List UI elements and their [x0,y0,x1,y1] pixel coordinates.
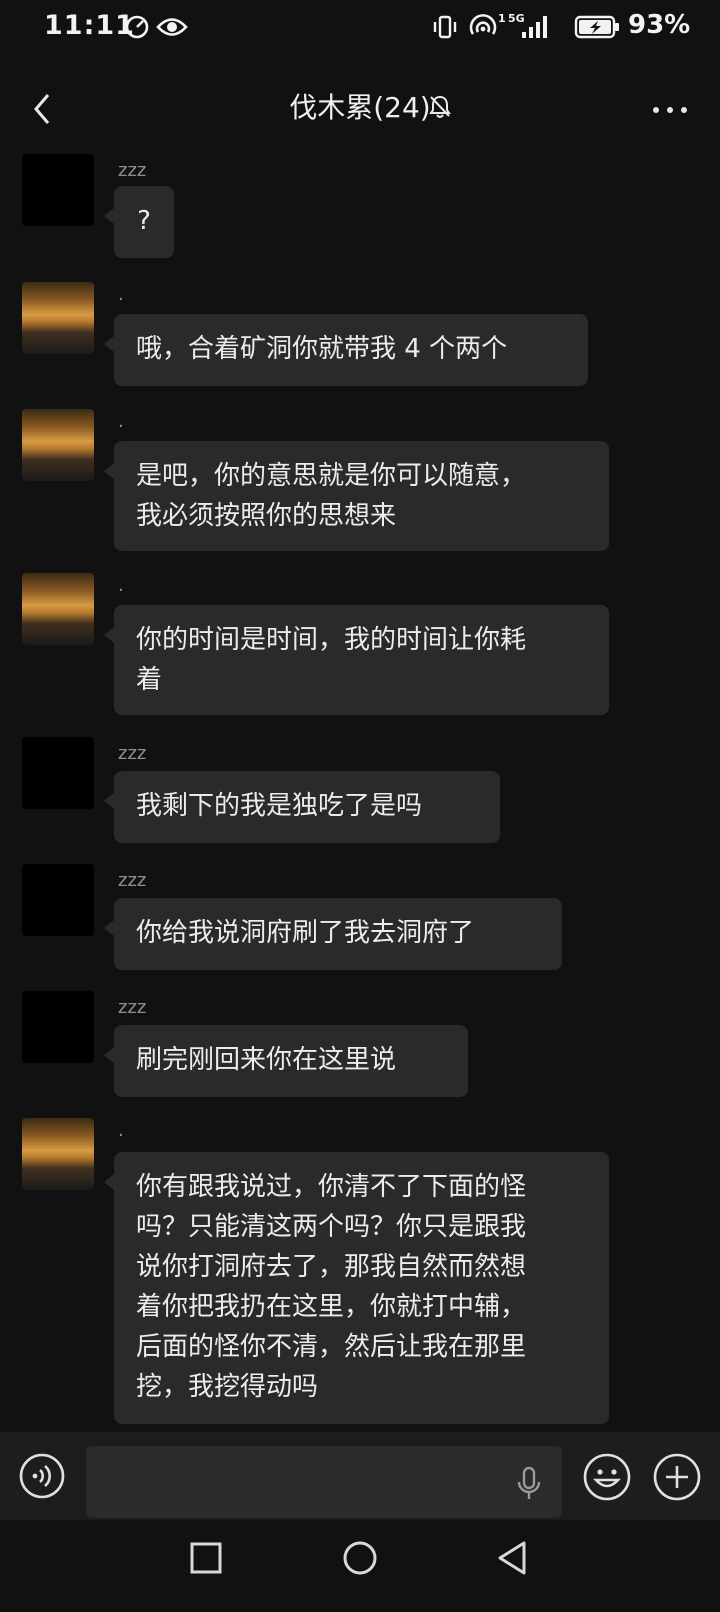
muted-bell-icon [429,95,451,118]
emoji-icon[interactable] [582,1452,632,1502]
more-options-icon[interactable] [650,100,690,120]
message-bubble[interactable]: 你给我说洞府刷了我去洞府了 [104,898,562,970]
message-bubble[interactable]: 你有跟我说过，你清不了下面的怪 吗？只能清这两个吗？你只是跟我 说你打洞府去了，… [104,1152,609,1424]
avatar[interactable] [22,991,94,1063]
avatar[interactable] [22,282,94,354]
message-bubble[interactable]: 哦，合着矿洞你就带我 4 个两个 [104,314,588,386]
sender-name: zzz [118,160,147,181]
speed-icon [125,15,149,39]
system-nav-bar [0,1520,720,1612]
message-bubble[interactable]: 我剩下的我是独吃了是吗 [104,771,500,843]
avatar[interactable] [22,573,94,645]
sender-name: zzz [118,743,147,764]
battery-icon [574,15,619,39]
eye-icon [156,18,188,36]
chat-title: 伐木累(24) [289,91,431,124]
avatar[interactable] [22,864,94,936]
status-time: 11:11 [44,10,135,41]
sender-name: zzz [118,870,147,891]
message-bubble[interactable]: 是吧，你的意思就是你可以随意， 我必须按照你的思想来 [104,441,609,551]
vibrate-icon [433,15,457,39]
battery-percent: 93% [628,10,691,40]
avatar[interactable] [22,409,94,481]
sender-name: zzz [118,997,147,1018]
chat-header: 伐木累(24) [0,80,720,140]
square-icon[interactable] [188,1540,224,1576]
triangle-back-icon[interactable] [494,1538,532,1578]
message-bubble[interactable]: 刷完刚回来你在这里说 [104,1025,468,1097]
sender-name: . [118,575,124,596]
signal-icon [522,16,547,38]
avatar[interactable] [22,737,94,809]
microphone-icon[interactable] [514,1466,544,1502]
circle-icon[interactable] [340,1538,380,1578]
input-bar [0,1432,720,1520]
voice-icon[interactable] [18,1452,66,1500]
plus-icon[interactable] [652,1452,702,1502]
message-input[interactable] [86,1446,562,1518]
sim-label: 1 [498,12,506,25]
message-bubble[interactable]: 你的时间是时间，我的时间让你耗 着 [104,605,609,715]
avatar[interactable] [22,154,94,226]
avatar[interactable] [22,1118,94,1190]
sender-name: . [118,1120,124,1141]
sender-name: . [118,284,124,305]
message-bubble[interactable]: ? [104,186,174,258]
status-bar: 11:11 1 5G 93% [0,0,720,56]
hotspot-icon [469,14,497,35]
sender-name: . [118,411,124,432]
